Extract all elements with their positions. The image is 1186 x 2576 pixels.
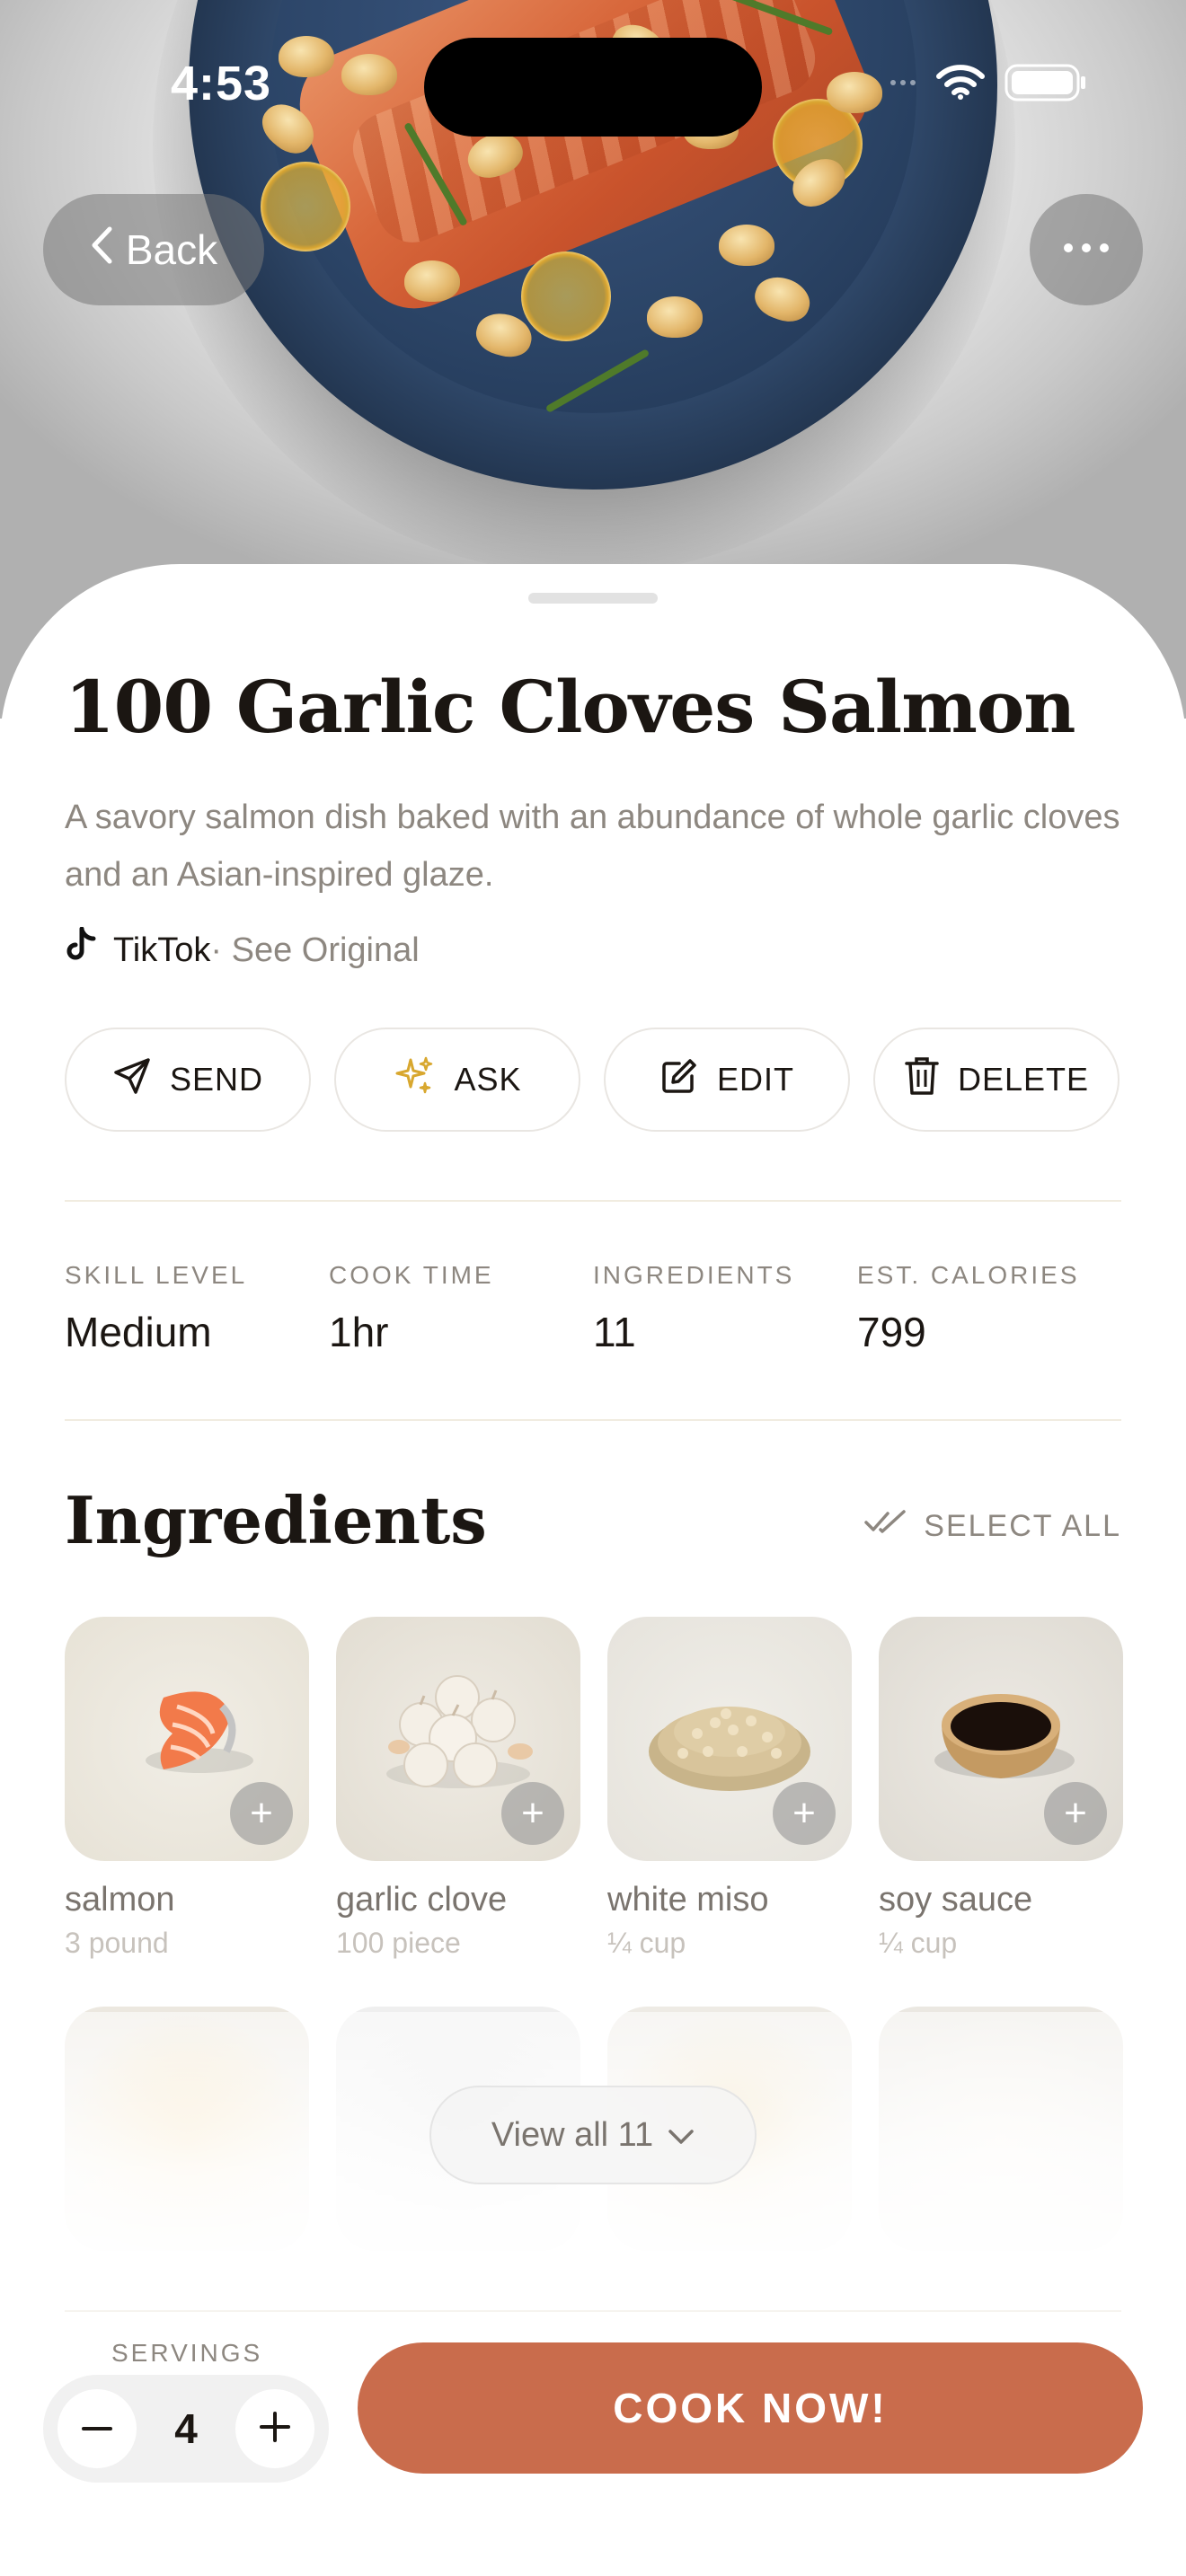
double-check-icon [864, 1509, 907, 1544]
stat-value: 799 [857, 1309, 926, 1355]
ingredient-card[interactable]: + soy sauce ¼ cup [879, 1617, 1123, 1960]
garlic-clove [719, 225, 774, 266]
cook-now-button[interactable]: COOK NOW! [358, 2342, 1143, 2474]
garlic-clove [404, 260, 460, 302]
status-icons [890, 63, 1087, 107]
garlic-clove [647, 296, 703, 338]
ingredients-heading: Ingredients [65, 1482, 487, 1558]
stat-label: EST. CALORIES [857, 1261, 1080, 1289]
ingredient-card[interactable]: + salmon 3 pound [65, 1617, 309, 1960]
garlic-clove [279, 36, 334, 77]
footer-divider [65, 2310, 1121, 2312]
ellipsis-icon [1063, 242, 1110, 258]
stat-value: Medium [65, 1309, 212, 1355]
divider [65, 1419, 1121, 1421]
lemon-slice [261, 162, 350, 251]
stat-label: INGREDIENTS [593, 1261, 795, 1289]
stat-value: 1hr [329, 1309, 389, 1355]
sparkles-icon [393, 1054, 436, 1106]
edit-icon [659, 1056, 699, 1104]
sheet-grabber[interactable] [528, 593, 658, 604]
lemon-slice [521, 251, 611, 341]
see-original-link[interactable]: · See Original [210, 931, 419, 970]
ingredient-card[interactable]: + garlic clove 100 piece [336, 1617, 580, 1960]
increase-servings-button[interactable] [235, 2389, 314, 2468]
view-all-label: View all 11 [491, 2115, 654, 2154]
battery-icon [1005, 63, 1087, 107]
back-button[interactable]: Back [43, 194, 264, 305]
ingredient-name: soy sauce [879, 1881, 1033, 1919]
delete-button[interactable]: DELETE [873, 1028, 1120, 1132]
ingredient-grid: + salmon 3 pound + garlic clove 100 piec… [65, 1617, 1123, 1960]
ingredient-quantity: 100 piece [336, 1927, 461, 1959]
white-miso-image: + [607, 1617, 852, 1861]
view-all-ingredients-button[interactable]: View all 11 [429, 2086, 757, 2184]
ingredient-name: white miso [607, 1881, 769, 1919]
ingredient-quantity: ¼ cup [607, 1927, 686, 1959]
recipe-source[interactable]: TikTok · See Original [65, 926, 420, 974]
status-time: 4:53 [171, 57, 272, 110]
recipe-stats: SKILL LEVEL Medium COOK TIME 1hr INGREDI… [65, 1261, 1121, 1356]
add-ingredient-button[interactable]: + [773, 1782, 836, 1845]
chevron-left-icon [90, 225, 113, 275]
servings-value: 4 [174, 2405, 198, 2452]
stat-cook-time: COOK TIME 1hr [329, 1261, 593, 1356]
soy-sauce-image: + [879, 1617, 1123, 1861]
stat-label: SKILL LEVEL [65, 1261, 248, 1289]
dynamic-island [424, 38, 762, 137]
stat-value: 11 [593, 1309, 636, 1355]
garlic-image: + [336, 1617, 580, 1861]
servings-stepper: 4 [43, 2375, 329, 2483]
send-button[interactable]: SEND [65, 1028, 311, 1132]
minus-icon [82, 2421, 112, 2437]
garlic-clove [341, 54, 397, 95]
recipe-actions: SEND ASK EDIT DELETE [65, 1028, 1120, 1132]
stat-label: COOK TIME [329, 1261, 494, 1289]
delete-label: DELETE [957, 1061, 1090, 1098]
decrease-servings-button[interactable] [58, 2389, 137, 2468]
add-ingredient-button[interactable]: + [1044, 1782, 1107, 1845]
wifi-icon [936, 65, 985, 105]
stat-calories: EST. CALORIES 799 [857, 1261, 1121, 1356]
ask-button[interactable]: ASK [334, 1028, 580, 1132]
ask-label: ASK [454, 1061, 522, 1098]
trash-icon [904, 1055, 940, 1105]
send-label: SEND [169, 1061, 264, 1098]
ingredient-card[interactable]: + white miso ¼ cup [607, 1617, 852, 1960]
add-ingredient-button[interactable]: + [501, 1782, 564, 1845]
ingredient-name: salmon [65, 1881, 175, 1919]
edit-button[interactable]: EDIT [604, 1028, 850, 1132]
ingredient-quantity: 3 pound [65, 1927, 169, 1959]
signal-icon [890, 76, 916, 93]
tiktok-icon [65, 926, 97, 974]
send-icon [112, 1056, 152, 1104]
servings-label: SERVINGS [111, 2339, 263, 2367]
select-all-label: SELECT ALL [924, 1509, 1121, 1543]
back-label: Back [125, 226, 218, 273]
add-ingredient-button[interactable]: + [230, 1782, 293, 1845]
recipe-title: 100 Garlic Cloves Salmon [65, 665, 1075, 749]
edit-label: EDIT [716, 1061, 794, 1098]
divider [65, 1200, 1121, 1202]
stat-ingredients: INGREDIENTS 11 [593, 1261, 857, 1356]
garlic-clove [827, 72, 882, 113]
plus-icon [260, 2411, 290, 2447]
source-name: TikTok [113, 931, 211, 969]
ingredient-quantity: ¼ cup [879, 1927, 958, 1959]
stat-skill-level: SKILL LEVEL Medium [65, 1261, 329, 1356]
ingredient-name: garlic clove [336, 1881, 508, 1919]
chevron-down-icon [668, 2116, 695, 2155]
salmon-image: + [65, 1617, 309, 1861]
select-all-button[interactable]: SELECT ALL [864, 1509, 1121, 1544]
more-options-button[interactable] [1030, 194, 1143, 305]
recipe-description: A savory salmon dish baked with an abund… [65, 798, 1120, 894]
